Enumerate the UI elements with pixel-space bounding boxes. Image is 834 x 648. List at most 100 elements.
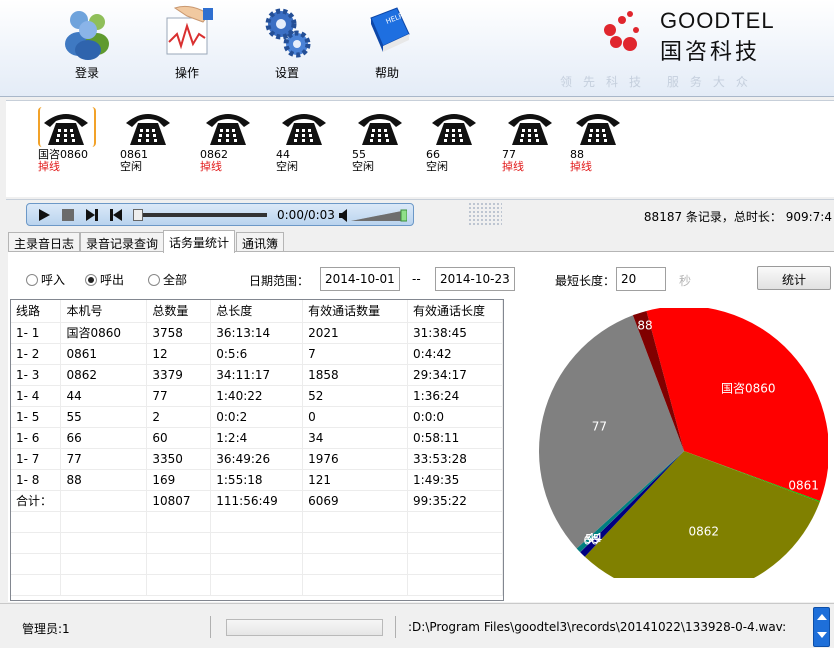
tab-main-log[interactable]: 主录音日志 <box>8 232 81 252</box>
table-cell: 99:35:22 <box>407 490 503 512</box>
table-cell: 1- 7 <box>11 448 62 470</box>
table-cell: 2 <box>146 406 212 428</box>
phone-line-status: 掉线 <box>38 160 60 173</box>
tab-traffic-stats[interactable]: 话务量统计 <box>163 230 236 253</box>
play-icon[interactable] <box>37 208 51 222</box>
login-button[interactable]: 登录 <box>47 4 127 84</box>
pie-slice-label: 国咨0860 <box>721 380 776 395</box>
table-row[interactable]: 1- 3 0862 3379 34:11:17 1858 29:34:17 <box>11 364 503 386</box>
column-header[interactable]: 有效通话数量 <box>302 300 409 323</box>
telephone-icon <box>576 114 620 145</box>
pie-slice-label: 88 <box>637 319 652 333</box>
column-header[interactable]: 本机号 <box>60 300 148 323</box>
table-row[interactable]: 1- 4 44 77 1:40:22 52 1:36:24 <box>11 385 503 407</box>
status-separator <box>395 616 396 638</box>
chart-hand-icon <box>166 5 213 55</box>
date-range-label: 日期范围： <box>249 274 310 288</box>
radio-outgoing[interactable]: 呼出 <box>85 271 124 288</box>
table-row[interactable]: 1- 8 88 169 1:55:18 121 1:49:35 <box>11 469 503 491</box>
min-length-label: 最短长度： <box>555 274 616 288</box>
admin-status: 管理员:1 <box>22 622 70 636</box>
seek-handle[interactable] <box>133 209 143 221</box>
phone-line-status: 掉线 <box>502 160 524 173</box>
seconds-unit-label: 秒 <box>679 274 692 288</box>
telephone-icon <box>126 114 170 145</box>
stat-button[interactable]: 统计 <box>757 266 831 290</box>
table-row[interactable]: 1- 7 77 3350 36:49:26 1976 33:53:28 <box>11 448 503 470</box>
volume-slider[interactable] <box>351 209 407 222</box>
gears-icon <box>265 8 311 58</box>
telephone-icon <box>358 114 402 145</box>
column-header[interactable]: 总数量 <box>146 300 212 323</box>
table-cell <box>60 490 148 512</box>
radio-all-dot[interactable] <box>148 274 160 286</box>
scroll-up-icon[interactable] <box>817 614 827 620</box>
radio-incoming[interactable]: 呼入 <box>26 271 65 288</box>
table-cell: 0:0:0 <box>407 406 503 428</box>
phone-line[interactable]: 44 空闲 <box>276 107 342 193</box>
table-cell: 34:11:17 <box>210 364 304 386</box>
traffic-pie-chart: 国咨0860086108624455667788 <box>539 308 828 578</box>
tab-address-book[interactable]: 通讯簿 <box>236 232 285 252</box>
table-row[interactable]: 1- 2 0861 12 0:5:6 7 0:4:42 <box>11 343 503 365</box>
next-track-icon[interactable] <box>85 208 99 222</box>
telephone-icon <box>282 114 326 145</box>
min-length-field[interactable]: 20 <box>616 267 666 291</box>
splitter-grip[interactable] <box>468 202 502 226</box>
table-cell: 6069 <box>302 490 409 512</box>
speaker-icon[interactable] <box>339 209 349 222</box>
column-header[interactable]: 有效通话长度 <box>407 300 503 323</box>
phone-line[interactable]: 55 空闲 <box>352 107 418 193</box>
table-cell: 36:13:14 <box>210 322 304 344</box>
table-cell: 55 <box>60 406 148 428</box>
table-cell: 3379 <box>146 364 212 386</box>
radio-outgoing-dot[interactable] <box>85 274 97 286</box>
pie-slice-label: 66 <box>583 533 598 547</box>
seek-track[interactable] <box>137 213 267 217</box>
column-header[interactable]: 线路 <box>11 300 62 323</box>
table-cell: 1:40:22 <box>210 385 304 407</box>
radio-outgoing-label: 呼出 <box>100 273 125 287</box>
playback-time: 0:00/0:03 <box>277 208 335 222</box>
status-spin-buttons[interactable] <box>813 607 830 647</box>
radio-all[interactable]: 全部 <box>148 271 187 288</box>
table-cell: 60 <box>146 427 212 449</box>
tab-record-query[interactable]: 录音记录查询 <box>80 232 165 252</box>
scroll-down-icon[interactable] <box>817 632 827 638</box>
stop-icon[interactable] <box>61 208 75 222</box>
table-cell: 国咨0860 <box>60 322 148 344</box>
previous-track-icon[interactable] <box>109 208 123 222</box>
main-toolbar: 登录 操作 设置 HELP 帮助 GOODTEL 国咨科技 领先科技 服务大众 <box>0 0 834 97</box>
phone-line[interactable]: 0861 空闲 <box>120 107 186 193</box>
table-cell: 1:36:24 <box>407 385 503 407</box>
table-cell: 3758 <box>146 322 212 344</box>
users-icon <box>65 11 109 60</box>
phone-line[interactable]: 77 掉线 <box>502 107 568 193</box>
record-summary: 88187 条记录，总时长： 909:7:4 <box>643 210 832 224</box>
telephone-icon <box>206 114 250 145</box>
pie-slice-label: 0862 <box>688 525 719 539</box>
phone-line[interactable]: 88 掉线 <box>570 107 636 193</box>
radio-all-label: 全部 <box>163 273 188 287</box>
phone-line[interactable]: 66 空闲 <box>426 107 492 193</box>
table-row[interactable]: 1- 1 国咨0860 3758 36:13:14 2021 31:38:45 <box>11 322 503 344</box>
table-cell: 0862 <box>60 364 148 386</box>
phone-line-status: 空闲 <box>426 160 448 173</box>
date-to-field[interactable]: 2014-10-23 <box>435 267 515 291</box>
settings-button[interactable]: 设置 <box>247 4 327 84</box>
radio-incoming-dot[interactable] <box>26 274 38 286</box>
help-button[interactable]: HELP 帮助 <box>347 4 427 84</box>
date-from-field[interactable]: 2014-10-01 <box>320 267 400 291</box>
table-cell: 36:49:26 <box>210 448 304 470</box>
phone-line[interactable]: 0862 掉线 <box>200 107 266 193</box>
operate-button[interactable]: 操作 <box>147 4 227 84</box>
table-cell: 0:5:6 <box>210 343 304 365</box>
table-row[interactable]: 1- 5 55 2 0:0:2 0 0:0:0 <box>11 406 503 428</box>
column-header[interactable]: 总长度 <box>210 300 304 323</box>
table-row[interactable]: 合计： 10807 111:56:49 6069 99:35:22 <box>11 490 503 512</box>
brand-name-en: GOODTEL <box>660 8 775 33</box>
phone-line-status: 空闲 <box>276 160 298 173</box>
table-row[interactable]: 1- 6 66 60 1:2:4 34 0:58:11 <box>11 427 503 449</box>
phone-line[interactable]: 国咨0860 掉线 <box>38 107 104 193</box>
help-book-icon: HELP <box>370 7 410 52</box>
